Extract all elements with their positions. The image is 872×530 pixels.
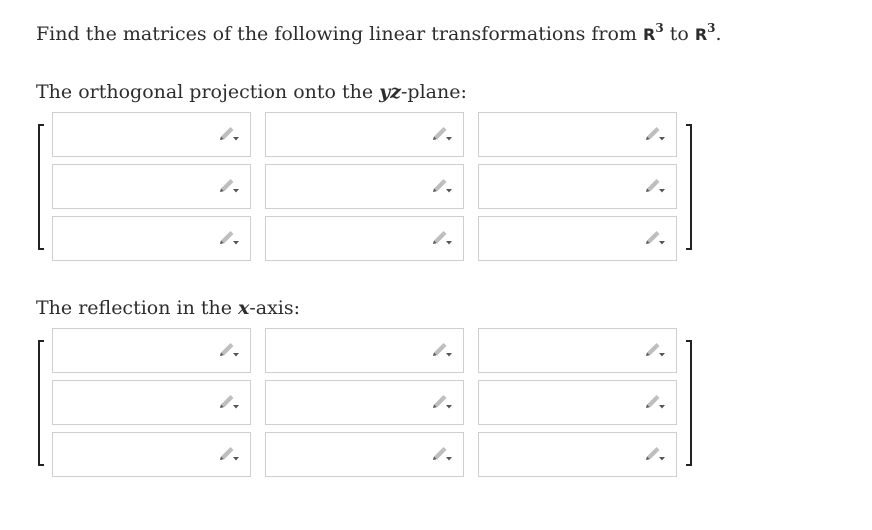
pencil-dropdown-icon[interactable] <box>644 231 666 247</box>
matrix-cell-r1-c2[interactable] <box>265 328 464 373</box>
projection-matrix <box>38 110 692 262</box>
matrix-cell-r3-c1[interactable] <box>52 216 251 261</box>
pencil-dropdown-icon[interactable] <box>431 179 453 195</box>
pencil-dropdown-icon[interactable] <box>431 447 453 463</box>
left-bracket <box>38 124 44 250</box>
exponent-2: 3 <box>707 21 716 35</box>
question-title: Find the matrices of the following linea… <box>36 22 722 47</box>
part1-label: The orthogonal projection onto the yz-pl… <box>36 80 467 104</box>
part2-label-var: x <box>238 297 250 319</box>
matrix-cell-r3-c2[interactable] <box>265 432 464 477</box>
pencil-dropdown-icon[interactable] <box>644 447 666 463</box>
matrix-cell-r2-c2[interactable] <box>265 164 464 209</box>
pencil-dropdown-icon[interactable] <box>218 395 240 411</box>
matrix-cell-r3-c3[interactable] <box>478 432 677 477</box>
matrix-cell-r1-c3[interactable] <box>478 328 677 373</box>
part2-label-prefix: The reflection in the <box>36 297 239 319</box>
matrix-cell-r2-c3[interactable] <box>478 380 677 425</box>
pencil-dropdown-icon[interactable] <box>431 127 453 143</box>
pencil-dropdown-icon[interactable] <box>431 395 453 411</box>
space-symbol-2: R <box>694 25 708 44</box>
part2-label: The reflection in the x-axis: <box>36 296 300 320</box>
pencil-dropdown-icon[interactable] <box>218 343 240 359</box>
matrix-cell-r2-c1[interactable] <box>52 164 251 209</box>
pencil-dropdown-icon[interactable] <box>218 231 240 247</box>
pencil-dropdown-icon[interactable] <box>218 447 240 463</box>
matrix-cell-r2-c3[interactable] <box>478 164 677 209</box>
matrix-cell-r2-c1[interactable] <box>52 380 251 425</box>
part1-label-suffix: -plane: <box>401 81 467 103</box>
reflection-matrix <box>38 326 692 478</box>
right-bracket <box>686 340 692 466</box>
title-period: . <box>715 23 722 45</box>
matrix-cell-r2-c2[interactable] <box>265 380 464 425</box>
part1-label-var: yz <box>379 81 401 103</box>
title-prefix: Find the matrices of the following linea… <box>36 23 643 45</box>
pencil-dropdown-icon[interactable] <box>644 395 666 411</box>
pencil-dropdown-icon[interactable] <box>431 231 453 247</box>
pencil-dropdown-icon[interactable] <box>218 179 240 195</box>
space-symbol-1: R <box>642 25 656 44</box>
pencil-dropdown-icon[interactable] <box>644 179 666 195</box>
matrix-cell-r1-c1[interactable] <box>52 328 251 373</box>
left-bracket <box>38 340 44 466</box>
matrix-cell-r1-c1[interactable] <box>52 112 251 157</box>
exponent-1: 3 <box>655 21 664 35</box>
to-word: to <box>663 23 695 45</box>
pencil-dropdown-icon[interactable] <box>218 127 240 143</box>
right-bracket <box>686 124 692 250</box>
pencil-dropdown-icon[interactable] <box>431 343 453 359</box>
matrix-cell-r3-c2[interactable] <box>265 216 464 261</box>
part1-label-prefix: The orthogonal projection onto the <box>36 81 380 103</box>
part2-label-suffix: -axis: <box>249 297 301 319</box>
matrix-cell-r1-c3[interactable] <box>478 112 677 157</box>
matrix-cell-r1-c2[interactable] <box>265 112 464 157</box>
pencil-dropdown-icon[interactable] <box>644 127 666 143</box>
matrix-cell-r3-c1[interactable] <box>52 432 251 477</box>
matrix-cell-r3-c3[interactable] <box>478 216 677 261</box>
pencil-dropdown-icon[interactable] <box>644 343 666 359</box>
